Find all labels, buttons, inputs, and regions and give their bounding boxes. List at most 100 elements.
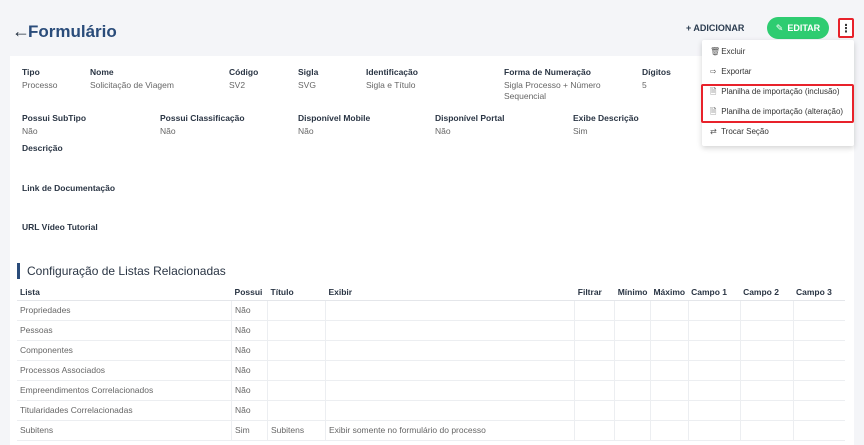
- cell-maximo: [650, 400, 689, 421]
- cell-possui: Não: [231, 360, 269, 381]
- cell-lista: Componentes: [17, 340, 233, 361]
- identificacao-label: Identificação: [366, 67, 418, 77]
- cell-campo-2: [740, 320, 794, 341]
- nome-value: Solicitação de Viagem: [90, 80, 174, 90]
- cell-campo-3: [793, 380, 845, 401]
- cell-campo-1: [688, 360, 741, 381]
- cell-campo-2: [740, 340, 794, 361]
- cell-filtrar: [574, 300, 616, 321]
- menu-item-exportar[interactable]: ⇨ Exportar: [710, 66, 751, 78]
- add-button[interactable]: + ADICIONAR: [686, 22, 744, 34]
- cell-filtrar: [574, 380, 616, 401]
- cell-titulo: [267, 400, 326, 421]
- cell-exibir: Exibir somente no formulário do processo: [325, 420, 576, 441]
- cell-exibir: [325, 380, 576, 401]
- cell-campo-2: [740, 300, 794, 321]
- digitos-value: 5: [642, 80, 647, 90]
- cell-campo-2: [740, 380, 794, 401]
- edit-button-label: EDITAR: [787, 23, 821, 33]
- nome-label: Nome: [90, 67, 114, 77]
- identificacao-value: Sigla e Título: [366, 80, 416, 90]
- table-row: Subitens Sim Subitens Exibir somente no …: [17, 420, 845, 441]
- cell-titulo: [267, 360, 326, 381]
- cell-maximo: [650, 380, 689, 401]
- col-titulo: Título: [267, 285, 326, 301]
- cell-campo-2: [740, 400, 794, 421]
- menu-item-excluir[interactable]: 🗑 Excluir: [710, 46, 745, 58]
- numeracao-value-line2: Sequencial: [504, 91, 547, 101]
- cell-minimo: [614, 380, 651, 401]
- cell-campo-1: [688, 300, 741, 321]
- portal-label: Disponível Portal: [435, 113, 505, 123]
- edit-icon: ✎: [775, 22, 784, 33]
- cell-campo-1: [688, 320, 741, 341]
- cell-campo-1: [688, 340, 741, 361]
- cell-minimo: [614, 300, 651, 321]
- digitos-label: Dígitos: [642, 67, 671, 77]
- cell-campo-3: [793, 420, 845, 441]
- table-row: Processos Associados Não: [17, 360, 845, 381]
- col-campo-1: Campo 1: [688, 285, 741, 301]
- col-maximo: Máximo: [650, 285, 689, 301]
- cell-titulo: [267, 320, 326, 341]
- trash-icon: 🗑: [710, 47, 721, 56]
- exibe-descricao-value: Sim: [573, 126, 588, 136]
- cell-maximo: [650, 320, 689, 341]
- cell-minimo: [614, 320, 651, 341]
- cell-campo-3: [793, 320, 845, 341]
- menu-item-trocar-secao[interactable]: ⇄ Trocar Seção: [710, 126, 769, 138]
- tipo-label: Tipo: [22, 67, 40, 77]
- url-video-label: URL Vídeo Tutorial: [22, 222, 98, 232]
- cell-possui: Não: [231, 320, 269, 341]
- col-filtrar: Filtrar: [574, 285, 615, 301]
- table-row: Titularidades Correlacionadas Não: [17, 400, 845, 421]
- cell-minimo: [614, 340, 651, 361]
- numeracao-label: Forma de Numeração: [504, 67, 591, 77]
- table-row: Propriedades Não: [17, 300, 845, 321]
- cell-maximo: [650, 420, 689, 441]
- table-header-row: Lista Possui Título Exibir Filtrar Mínim…: [17, 285, 845, 301]
- col-possui: Possui: [231, 285, 268, 301]
- table-row: Empreendimentos Correlacionados Não: [17, 380, 845, 401]
- cell-campo-1: [688, 420, 741, 441]
- cell-minimo: [614, 400, 651, 421]
- col-minimo: Mínimo: [614, 285, 651, 301]
- edit-button[interactable]: ✎ EDITAR: [767, 17, 829, 39]
- cell-minimo: [614, 360, 651, 381]
- subtipo-value: Não: [22, 126, 38, 136]
- descricao-label: Descrição: [22, 143, 63, 153]
- link-documentacao-label: Link de Documentação: [22, 183, 116, 193]
- table-row: Pessoas Não: [17, 320, 845, 341]
- cell-filtrar: [574, 400, 616, 421]
- codigo-value: SV2: [229, 80, 246, 90]
- col-exibir: Exibir: [325, 285, 575, 301]
- cell-lista: Titularidades Correlacionadas: [17, 400, 233, 421]
- kebab-icon: ⋮: [840, 22, 852, 35]
- col-campo-2: Campo 2: [740, 285, 793, 301]
- mobile-label: Disponível Mobile: [298, 113, 371, 123]
- subtipo-label: Possui SubTipo: [22, 113, 87, 123]
- menu-item-label: Trocar Seção: [721, 127, 769, 136]
- cell-filtrar: [574, 340, 616, 361]
- cell-campo-1: [688, 380, 741, 401]
- sigla-label: Sigla: [298, 67, 319, 77]
- cell-exibir: [325, 400, 576, 421]
- numeracao-value-line1: Sigla Processo + Número: [504, 80, 601, 90]
- cell-maximo: [650, 360, 689, 381]
- classificacao-value: Não: [160, 126, 176, 136]
- tipo-value: Processo: [22, 80, 58, 90]
- sigla-value: SVG: [298, 80, 316, 90]
- cell-lista: Processos Associados: [17, 360, 233, 381]
- cell-titulo: [267, 340, 326, 361]
- cell-maximo: [650, 340, 689, 361]
- cell-possui: Sim: [231, 420, 269, 441]
- portal-value: Não: [435, 126, 451, 136]
- cell-campo-2: [740, 360, 794, 381]
- cell-possui: Não: [231, 340, 269, 361]
- cell-filtrar: [574, 420, 616, 441]
- cell-exibir: [325, 320, 576, 341]
- more-options-button[interactable]: ⋮: [838, 18, 854, 38]
- col-campo-3: Campo 3: [793, 285, 845, 301]
- cell-lista: Subitens: [17, 420, 233, 441]
- menu-item-label: Exportar: [721, 67, 752, 76]
